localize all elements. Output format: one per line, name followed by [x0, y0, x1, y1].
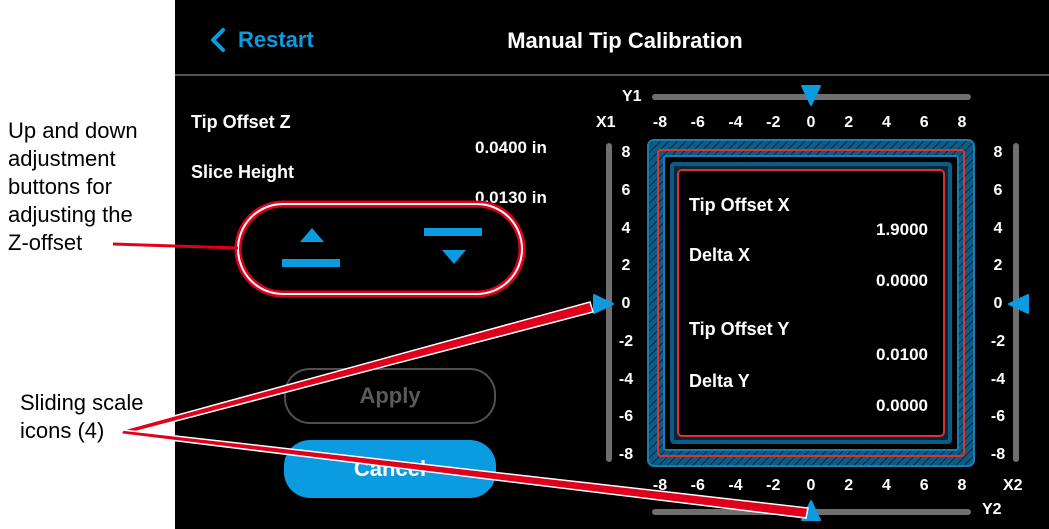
adjust-buttons-callout: Up and down adjustment buttons for adjus…: [8, 117, 138, 257]
callout-line: Z-offset: [8, 230, 83, 255]
sliding-scale-callout: Sliding scale icons (4): [20, 389, 144, 445]
callout-line: buttons for: [8, 174, 112, 199]
callout-line: adjusting the: [8, 202, 133, 227]
callout-line: icons (4): [20, 418, 105, 443]
callout-line: Up and down: [8, 118, 138, 143]
callout-line: Sliding scale: [20, 390, 144, 415]
callout-lines: [112, 200, 809, 519]
callout-line: adjustment: [8, 146, 116, 171]
